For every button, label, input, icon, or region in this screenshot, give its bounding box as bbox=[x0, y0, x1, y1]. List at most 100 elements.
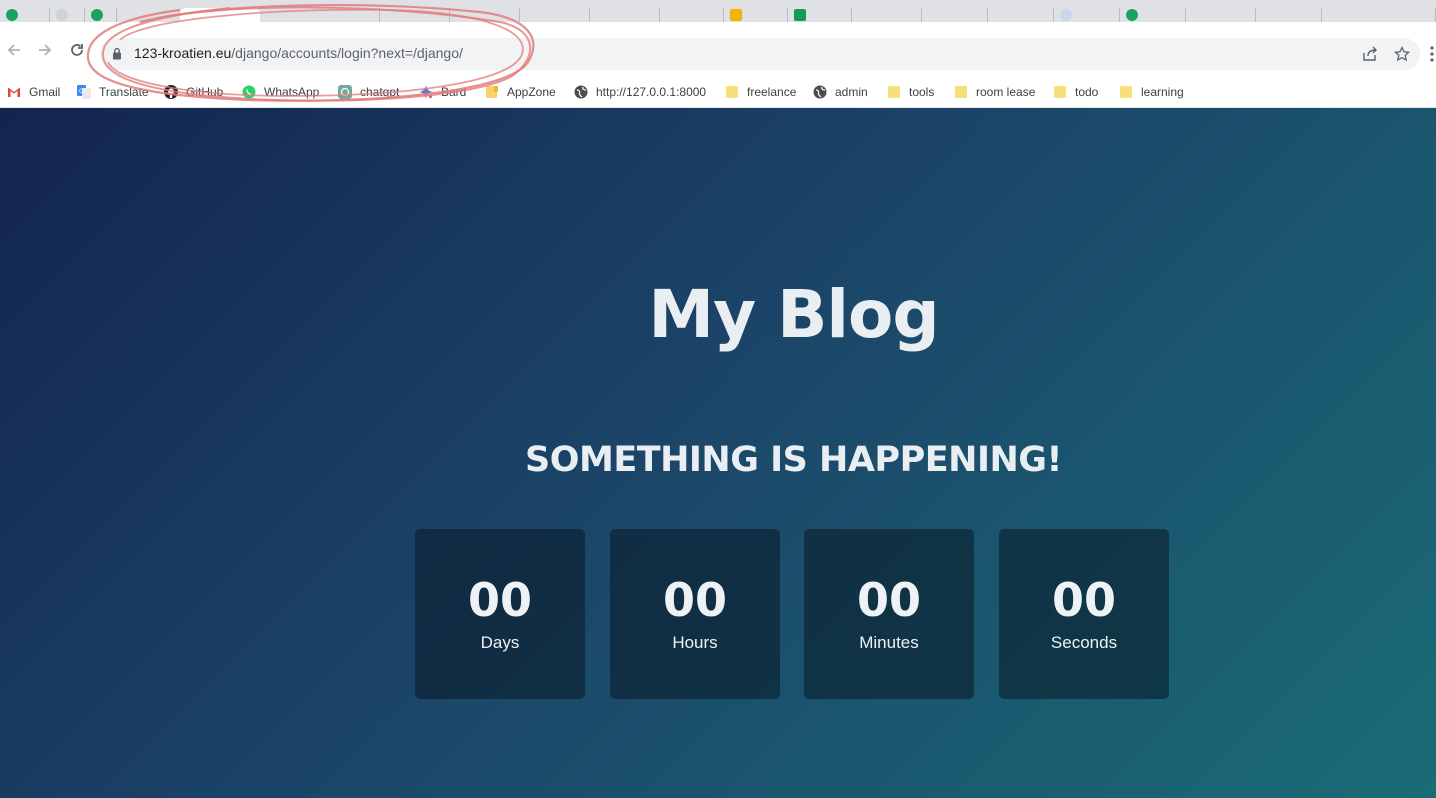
countdown-value: 00 bbox=[467, 573, 532, 627]
url-path: /django/accounts/login?next=/django/ bbox=[231, 45, 463, 61]
folder-icon bbox=[888, 86, 900, 98]
bookmark-todo[interactable]: todo bbox=[1053, 81, 1098, 103]
url-text[interactable]: 123-kroatien.eu/django/accounts/login?ne… bbox=[134, 45, 463, 61]
browser-tab[interactable] bbox=[1054, 8, 1120, 22]
back-button[interactable] bbox=[2, 38, 26, 62]
bookmark-star-button[interactable] bbox=[1392, 44, 1412, 64]
browser-tab[interactable] bbox=[1120, 8, 1186, 22]
globe-icon bbox=[813, 85, 827, 99]
countdown-minutes: 00 Minutes bbox=[804, 529, 974, 699]
bookmark-label: Bard bbox=[441, 85, 467, 99]
countdown-value: 00 bbox=[856, 573, 921, 627]
star-icon bbox=[1394, 46, 1410, 62]
bookmark-translate[interactable]: G Translate bbox=[77, 81, 149, 103]
github-icon bbox=[164, 85, 178, 99]
reload-button[interactable] bbox=[65, 38, 89, 62]
bookmark-label: Gmail bbox=[29, 85, 61, 99]
bookmark-whatsapp[interactable]: WhatsApp bbox=[242, 81, 319, 103]
forward-button[interactable] bbox=[33, 38, 57, 62]
countdown-value: 00 bbox=[662, 573, 727, 627]
reload-icon bbox=[71, 44, 83, 56]
tab-favicon-icon bbox=[91, 9, 103, 21]
globe-icon bbox=[574, 85, 588, 99]
browser-tab-active[interactable] bbox=[180, 8, 260, 22]
countdown-value: 00 bbox=[1051, 573, 1116, 627]
folder-icon bbox=[1054, 86, 1066, 98]
coming-soon-page: My Blog SOMETHING IS HAPPENING! 00 Days … bbox=[0, 108, 1436, 798]
countdown-label: Hours bbox=[672, 633, 718, 652]
browser-tab[interactable] bbox=[988, 8, 1054, 22]
bookmark-chatgpt[interactable]: chatgpt bbox=[338, 81, 399, 103]
folder-icon bbox=[1120, 86, 1132, 98]
bookmark-learning[interactable]: learning bbox=[1119, 81, 1184, 103]
browser-tab[interactable] bbox=[852, 8, 922, 22]
browser-toolbar: 123-kroatien.eu/django/accounts/login?ne… bbox=[0, 22, 1436, 78]
bookmark-label: GitHub bbox=[186, 85, 224, 99]
browser-tab[interactable] bbox=[380, 8, 450, 22]
arrow-left-icon bbox=[7, 44, 20, 56]
translate-icon: G bbox=[77, 85, 91, 99]
bookmark-admin[interactable]: admin bbox=[813, 81, 868, 103]
tab-favicon-icon bbox=[730, 9, 742, 21]
arrow-right-icon bbox=[39, 44, 52, 56]
browser-tab[interactable] bbox=[660, 8, 724, 22]
browser-tab[interactable] bbox=[724, 8, 788, 22]
bookmark-label: AppZone bbox=[507, 85, 556, 99]
browser-tab[interactable] bbox=[1256, 8, 1322, 22]
browser-tab[interactable] bbox=[1322, 8, 1436, 22]
bookmark-github[interactable]: GitHub bbox=[164, 81, 223, 103]
bookmark-label: admin bbox=[835, 85, 868, 99]
bookmark-label: freelance bbox=[747, 85, 797, 99]
browser-tab[interactable] bbox=[85, 8, 117, 22]
folder-icon bbox=[486, 86, 498, 98]
bookmark-tools[interactable]: tools bbox=[887, 81, 934, 103]
bookmarks-bar: Gmail G Translate GitHub WhatsApp chatgp… bbox=[0, 78, 1436, 108]
bookmark-bard[interactable]: Bard bbox=[419, 81, 466, 103]
bookmark-appzone[interactable]: AppZone bbox=[485, 81, 556, 103]
countdown-hours: 00 Hours bbox=[610, 529, 780, 699]
browser-tab[interactable] bbox=[788, 8, 852, 22]
whatsapp-icon bbox=[242, 85, 256, 99]
countdown-days: 00 Days bbox=[415, 529, 585, 699]
bookmark-label: room lease bbox=[976, 85, 1036, 99]
browser-tab[interactable] bbox=[260, 8, 380, 22]
tab-favicon-icon bbox=[6, 9, 18, 21]
bookmark-label: learning bbox=[1141, 85, 1184, 99]
share-button[interactable] bbox=[1360, 44, 1380, 64]
browser-tab[interactable] bbox=[922, 8, 988, 22]
page-title: My Blog bbox=[648, 276, 939, 353]
tab-favicon-icon bbox=[1060, 9, 1072, 21]
tab-strip bbox=[0, 0, 1436, 22]
browser-tab[interactable] bbox=[450, 8, 520, 22]
chatgpt-icon bbox=[338, 85, 352, 99]
countdown-label: Seconds bbox=[1050, 633, 1118, 652]
bookmark-label: chatgpt bbox=[360, 85, 400, 99]
url-host: 123-kroatien.eu bbox=[134, 45, 232, 61]
countdown-label: Days bbox=[480, 633, 520, 652]
bookmark-localhost[interactable]: http://127.0.0.1:8000 bbox=[574, 81, 706, 103]
browser-tab[interactable] bbox=[0, 8, 50, 22]
browser-tab[interactable] bbox=[520, 8, 590, 22]
bookmark-room-lease[interactable]: room lease bbox=[954, 81, 1035, 103]
page-subtitle: SOMETHING IS HAPPENING! bbox=[525, 440, 1062, 480]
svg-text:G: G bbox=[79, 88, 84, 95]
bookmark-freelance[interactable]: freelance bbox=[725, 81, 796, 103]
bookmark-label: WhatsApp bbox=[264, 85, 320, 99]
menu-button[interactable] bbox=[1430, 42, 1434, 66]
folder-icon bbox=[955, 86, 967, 98]
bookmark-label: todo bbox=[1075, 85, 1099, 99]
more-vert-icon bbox=[1430, 46, 1434, 62]
browser-tab[interactable] bbox=[50, 8, 85, 22]
bookmark-label: http://127.0.0.1:8000 bbox=[596, 85, 707, 99]
bookmark-gmail[interactable]: Gmail bbox=[7, 81, 60, 103]
tab-favicon-icon bbox=[794, 9, 806, 21]
countdown-seconds: 00 Seconds bbox=[999, 529, 1169, 699]
browser-tab[interactable] bbox=[590, 8, 660, 22]
address-bar[interactable]: 123-kroatien.eu/django/accounts/login?ne… bbox=[100, 38, 1420, 70]
bard-icon bbox=[419, 85, 433, 99]
share-icon bbox=[1363, 46, 1377, 61]
bookmark-label: Translate bbox=[99, 85, 149, 99]
countdown-label: Minutes bbox=[859, 633, 919, 652]
lock-icon[interactable] bbox=[112, 47, 122, 60]
browser-tab[interactable] bbox=[1186, 8, 1256, 22]
